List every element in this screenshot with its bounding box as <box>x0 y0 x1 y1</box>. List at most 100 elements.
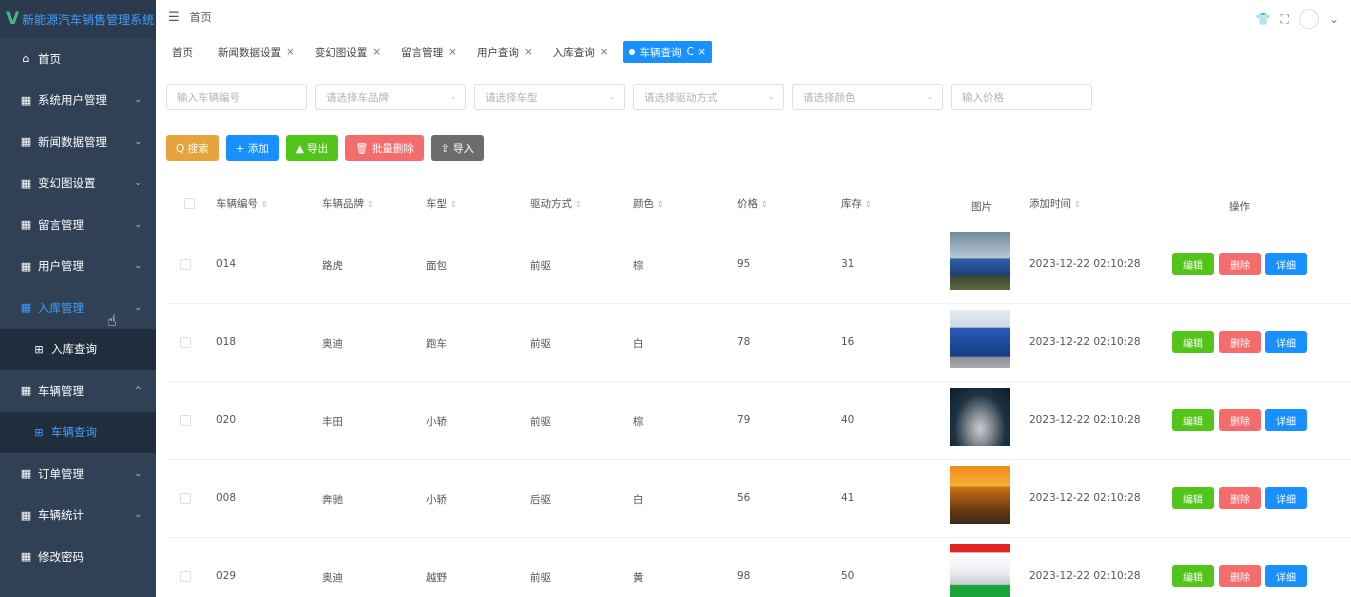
row-checkbox[interactable] <box>180 493 191 504</box>
vehicle-image[interactable] <box>950 310 1010 368</box>
close-icon[interactable]: × <box>286 46 295 58</box>
sidebar-item[interactable]: ▦ 留言管理 ⌄ <box>0 204 156 246</box>
cell-time: 2023-12-22 02:10:28 <box>1029 492 1141 504</box>
col-header-type[interactable]: 车型 ⇕ <box>426 196 457 211</box>
action-button[interactable]: Q 搜索 <box>166 135 219 161</box>
chevron-icon: ⌄ <box>134 302 142 313</box>
col-header-time[interactable]: 添加时间 ⇕ <box>1029 196 1081 211</box>
chevron-icon: ⌄ <box>134 136 142 147</box>
close-icon[interactable]: × <box>448 46 457 58</box>
detail-button[interactable]: 详细 <box>1265 565 1307 587</box>
close-icon[interactable]: × <box>372 46 381 58</box>
sidebar-item[interactable]: ⌂ 首页 <box>0 38 156 80</box>
edit-button[interactable]: 编辑 <box>1172 565 1214 587</box>
close-icon[interactable]: × <box>524 46 533 58</box>
edit-button[interactable]: 编辑 <box>1172 409 1214 431</box>
sidebar-item[interactable]: ▦ 修改密码 <box>0 536 156 578</box>
col-header-brand[interactable]: 车辆品牌 ⇕ <box>322 196 374 211</box>
tab-item[interactable]: 用户查询 × <box>471 41 539 63</box>
cell-id: 029 <box>216 570 237 582</box>
detail-button[interactable]: 详细 <box>1265 409 1307 431</box>
cell-price: 95 <box>737 258 751 270</box>
col-header-id[interactable]: 车辆编号 ⇕ <box>216 196 268 211</box>
action-button[interactable]: ⇪ 导入 <box>430 135 484 161</box>
filter-input[interactable]: 请选择颜色 ⌄ <box>792 84 943 110</box>
tab-item[interactable]: 入库查询 × <box>547 41 615 63</box>
sidebar-item[interactable]: ▦ 车辆统计 ⌄ <box>0 495 156 537</box>
select-all-checkbox[interactable] <box>184 198 195 209</box>
detail-button[interactable]: 详细 <box>1265 487 1307 509</box>
delete-button[interactable]: 删除 <box>1219 253 1261 275</box>
close-icon[interactable]: × <box>600 46 609 58</box>
vehicle-image[interactable] <box>950 544 1010 597</box>
row-checkbox[interactable] <box>180 571 191 582</box>
row-checkbox[interactable] <box>180 415 191 426</box>
row-checkbox[interactable] <box>180 337 191 348</box>
fullscreen-icon[interactable]: ⛶ <box>1281 12 1289 27</box>
avatar[interactable] <box>1298 9 1319 29</box>
edit-button[interactable]: 编辑 <box>1172 331 1214 353</box>
active-dot-icon <box>628 49 635 55</box>
grid-icon: ▦ <box>20 467 32 481</box>
tab-item[interactable]: 首页 <box>166 41 204 63</box>
cell-stock: 50 <box>841 570 855 582</box>
sidebar-item[interactable]: ⊞ 车辆查询 <box>0 411 156 453</box>
col-header-color[interactable]: 颜色 ⇕ <box>633 196 664 211</box>
detail-button[interactable]: 详细 <box>1265 253 1307 275</box>
breadcrumb[interactable]: 首页 <box>190 9 212 25</box>
detail-button[interactable]: 详细 <box>1265 331 1307 353</box>
close-icon[interactable]: C × <box>687 46 706 58</box>
col-header-stock[interactable]: 库存 ⇕ <box>841 196 872 211</box>
tab-item[interactable]: 车辆查询 C × <box>622 41 713 63</box>
col-header-ops: 操作 <box>1229 201 1250 213</box>
tab-item[interactable]: 留言管理 × <box>395 41 463 63</box>
sidebar-item[interactable]: ▦ 用户管理 ⌄ <box>0 246 156 288</box>
sidebar-item[interactable]: ▦ 车辆管理 ^ <box>0 370 156 412</box>
grid-icon: ▦ <box>20 508 32 522</box>
cell-id: 018 <box>216 336 237 348</box>
filter-input[interactable]: 请选择驱动方式 ⌄ <box>633 84 784 110</box>
delete-button[interactable]: 删除 <box>1219 565 1261 587</box>
filter-input[interactable]: 请选择车型 ⌄ <box>474 84 625 110</box>
tab-item[interactable]: 新闻数据设置 × <box>212 41 301 63</box>
sidebar-item[interactable]: ▦ 系统用户管理 ⌄ <box>0 80 156 122</box>
delete-button[interactable]: 删除 <box>1219 487 1261 509</box>
table-header: 车辆编号 ⇕ 车辆品牌 ⇕ 车型 ⇕ 驱动方式 ⇕ 颜色 ⇕ 价格 ⇕ 库存 ⇕ 图片 添加时… <box>166 188 1351 218</box>
chevron-icon: ^ <box>134 385 142 396</box>
chevron-down-icon[interactable]: ⌄ <box>1329 12 1339 26</box>
vehicle-image[interactable] <box>950 232 1010 290</box>
filter-input[interactable]: 请选择车品牌 ⌄ <box>315 84 466 110</box>
filter-bar: 输入车辆编号 请选择车品牌 ⌄ 请选择车型 ⌄ 请选择驱动方式 ⌄ 请选择颜色 ⌄ 输入价格 <box>166 84 1092 110</box>
filter-input[interactable]: 输入车辆编号 <box>166 84 307 110</box>
cell-type: 越野 <box>426 572 447 584</box>
sidebar-item[interactable]: ▦ 入库管理 ⌄ <box>0 287 156 329</box>
hamburger-icon[interactable]: ☰ <box>168 10 180 25</box>
action-button[interactable]: 🗑 批量删除 <box>345 135 424 161</box>
delete-button[interactable]: 删除 <box>1219 409 1261 431</box>
filter-input[interactable]: 输入价格 <box>951 84 1092 110</box>
sidebar-item[interactable]: ▦ 订单管理 ⌄ <box>0 453 156 495</box>
sidebar-item-label: 修改密码 <box>38 549 84 564</box>
sidebar-item[interactable]: ▦ 变幻图设置 ⌄ <box>0 163 156 205</box>
shirt-icon[interactable]: 👕 <box>1256 12 1271 26</box>
action-button[interactable]: + 添加 <box>225 135 279 161</box>
tab-item[interactable]: 变幻图设置 × <box>309 41 387 63</box>
edit-button[interactable]: 编辑 <box>1172 253 1214 275</box>
col-header-price[interactable]: 价格 ⇕ <box>737 196 768 211</box>
sidebar-item[interactable]: ▦ 新闻数据管理 ⌄ <box>0 121 156 163</box>
cell-time: 2023-12-22 02:10:28 <box>1029 570 1141 582</box>
action-button[interactable]: ▲ 导出 <box>285 135 339 161</box>
vehicle-image[interactable] <box>950 388 1010 446</box>
apps-icon: ⊞ <box>34 425 44 439</box>
vehicle-image[interactable] <box>950 466 1010 524</box>
row-checkbox[interactable] <box>180 259 191 270</box>
cell-time: 2023-12-22 02:10:28 <box>1029 414 1141 426</box>
grid-icon: ▦ <box>20 93 32 107</box>
sidebar-item[interactable]: ⊞ 入库查询 <box>0 328 156 370</box>
delete-button[interactable]: 删除 <box>1219 331 1261 353</box>
cell-color: 黄 <box>633 572 644 584</box>
tab-label: 留言管理 <box>401 46 444 59</box>
col-header-drive[interactable]: 驱动方式 ⇕ <box>530 196 582 211</box>
edit-button[interactable]: 编辑 <box>1172 487 1214 509</box>
tab-label: 变幻图设置 <box>314 46 368 59</box>
